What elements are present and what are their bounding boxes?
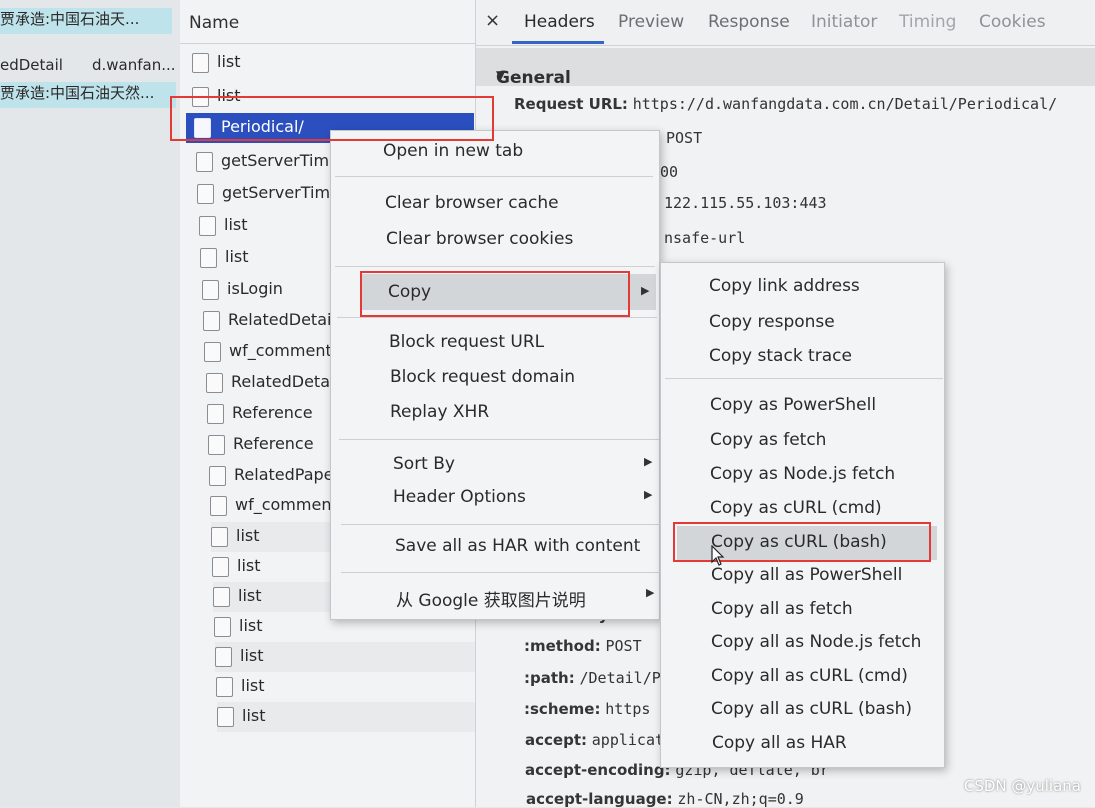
request-row[interactable]: list <box>216 672 366 702</box>
menu-item-copy-all-as-powershell[interactable]: Copy all as PowerShell <box>711 565 902 585</box>
active-tab-indicator <box>512 41 604 44</box>
menu-item-copy-as-curl-cmd[interactable]: Copy as cURL (cmd) <box>710 498 882 518</box>
menu-item-save-har[interactable]: Save all as HAR with content <box>395 536 640 556</box>
tab-timing[interactable]: Timing <box>899 12 956 32</box>
menu-item-google-image-description[interactable]: 从 Google 获取图片说明 <box>396 586 586 611</box>
annotation-box-periodical <box>170 96 494 141</box>
menu-divider <box>335 266 655 267</box>
menu-item-copy-all-as-har[interactable]: Copy all as HAR <box>712 733 847 753</box>
referrer-policy-value: nsafe-url <box>664 229 746 247</box>
menu-item-copy-all-as-fetch[interactable]: Copy all as fetch <box>711 599 853 619</box>
header-row: :method: POST <box>524 637 642 655</box>
menu-divider <box>341 572 661 573</box>
menu-item-copy-as-nodejs-fetch[interactable]: Copy as Node.js fetch <box>710 464 895 484</box>
file-icon <box>200 248 217 268</box>
menu-divider <box>339 439 659 440</box>
request-row[interactable]: list <box>217 702 475 732</box>
menu-item-copy-all-as-nodejs-fetch[interactable]: Copy all as Node.js fetch <box>711 632 921 652</box>
file-icon <box>203 311 220 331</box>
request-row[interactable]: list <box>215 642 475 672</box>
general-section-header[interactable]: ▼ General <box>476 48 1095 88</box>
file-icon <box>210 496 227 516</box>
file-icon <box>211 527 228 547</box>
file-icon <box>217 707 234 727</box>
header-row: accept: applicat <box>525 731 665 749</box>
file-icon <box>199 216 216 236</box>
menu-item-copy-link-address[interactable]: Copy link address <box>709 276 860 296</box>
tab-preview[interactable]: Preview <box>618 12 684 32</box>
tab-initiator[interactable]: Initiator <box>811 12 877 32</box>
request-url-row: Request URL: https://d.wanfangdata.com.c… <box>514 95 1057 113</box>
file-icon <box>212 557 229 577</box>
menu-item-copy-response[interactable]: Copy response <box>709 312 835 332</box>
background-domain: d.wanfan... <box>92 56 176 74</box>
background-title-1: 贾承造:中国石油天... <box>0 8 172 34</box>
background-title-2: 贾承造:中国石油天然... <box>0 82 176 108</box>
header-row: accept-language: zh-CN,zh;q=0.9 <box>526 790 804 808</box>
menu-item-copy-all-as-curl-bash[interactable]: Copy all as cURL (bash) <box>711 699 912 719</box>
menu-item-block-request-url[interactable]: Block request URL <box>389 332 544 352</box>
menu-item-copy-all-as-curl-cmd[interactable]: Copy all as cURL (cmd) <box>711 666 908 686</box>
header-row: :path: /Detail/P <box>524 669 661 687</box>
file-icon <box>215 647 232 667</box>
menu-divider <box>665 378 943 379</box>
remote-address-value: 122.115.55.103:443 <box>664 194 827 212</box>
submenu-arrow-icon: ▶ <box>644 455 653 468</box>
details-tab-bar: × Headers Preview Response Initiator Tim… <box>476 0 1095 46</box>
request-row[interactable]: getServerTim <box>197 179 347 209</box>
header-row: :scheme: https <box>524 700 651 718</box>
menu-item-header-options[interactable]: Header Options <box>393 487 526 507</box>
background-item: edDetail <box>0 56 63 74</box>
close-icon[interactable]: × <box>485 10 500 31</box>
menu-divider <box>341 524 661 525</box>
copy-submenu: Copy link address Copy response Copy sta… <box>660 262 945 768</box>
menu-item-replay-xhr[interactable]: Replay XHR <box>390 402 489 422</box>
name-header-label: Name <box>189 13 240 33</box>
file-icon <box>204 342 221 362</box>
file-icon <box>207 404 224 424</box>
menu-item-copy-as-powershell[interactable]: Copy as PowerShell <box>710 395 876 415</box>
status-code-value: 00 <box>660 163 679 181</box>
submenu-arrow-icon: ▶ <box>646 586 655 599</box>
menu-item-copy-stack-trace[interactable]: Copy stack trace <box>709 346 852 366</box>
file-icon <box>206 373 223 393</box>
file-icon <box>196 152 213 172</box>
file-icon <box>192 53 209 73</box>
file-icon <box>214 617 231 637</box>
general-title: General <box>496 68 571 88</box>
request-method-value: POST <box>666 129 703 147</box>
menu-item-copy-as-fetch[interactable]: Copy as fetch <box>710 430 826 450</box>
background-page-strip: 贾承造:中国石油天... edDetail d.wanfan... 贾承造:中国… <box>0 0 180 807</box>
file-icon <box>213 587 230 607</box>
file-icon <box>197 184 214 204</box>
request-url-key: Request URL: <box>514 95 628 113</box>
file-icon <box>202 280 219 300</box>
menu-item-block-request-domain[interactable]: Block request domain <box>390 367 575 387</box>
menu-item-sort-by[interactable]: Sort By <box>393 454 455 474</box>
menu-item-clear-cache[interactable]: Clear browser cache <box>385 193 559 213</box>
request-row[interactable]: list <box>192 48 472 78</box>
tab-response[interactable]: Response <box>708 12 790 32</box>
request-row[interactable]: list <box>199 211 349 241</box>
file-icon <box>209 466 226 486</box>
file-icon <box>216 677 233 697</box>
menu-item-clear-cookies[interactable]: Clear browser cookies <box>386 229 573 249</box>
request-row[interactable]: list <box>200 243 350 273</box>
submenu-arrow-icon: ▶ <box>644 488 653 501</box>
tab-cookies[interactable]: Cookies <box>979 12 1046 32</box>
request-url-value: https://d.wanfangdata.com.cn/Detail/Peri… <box>632 95 1058 113</box>
file-icon <box>208 435 225 455</box>
menu-divider <box>335 176 653 177</box>
context-menu: Open in new tab Clear browser cache Clea… <box>330 130 661 620</box>
watermark: CSDN @yuliana <box>963 777 1081 795</box>
menu-divider <box>337 317 657 318</box>
annotation-box-copy <box>360 271 630 317</box>
mouse-pointer-icon <box>711 545 725 566</box>
tab-headers[interactable]: Headers <box>524 12 595 32</box>
submenu-arrow-icon: ▶ <box>641 284 650 297</box>
request-row[interactable]: getServerTim <box>196 147 346 177</box>
name-column-header[interactable]: Name <box>180 0 476 44</box>
menu-item-open-in-new-tab[interactable]: Open in new tab <box>383 141 523 161</box>
